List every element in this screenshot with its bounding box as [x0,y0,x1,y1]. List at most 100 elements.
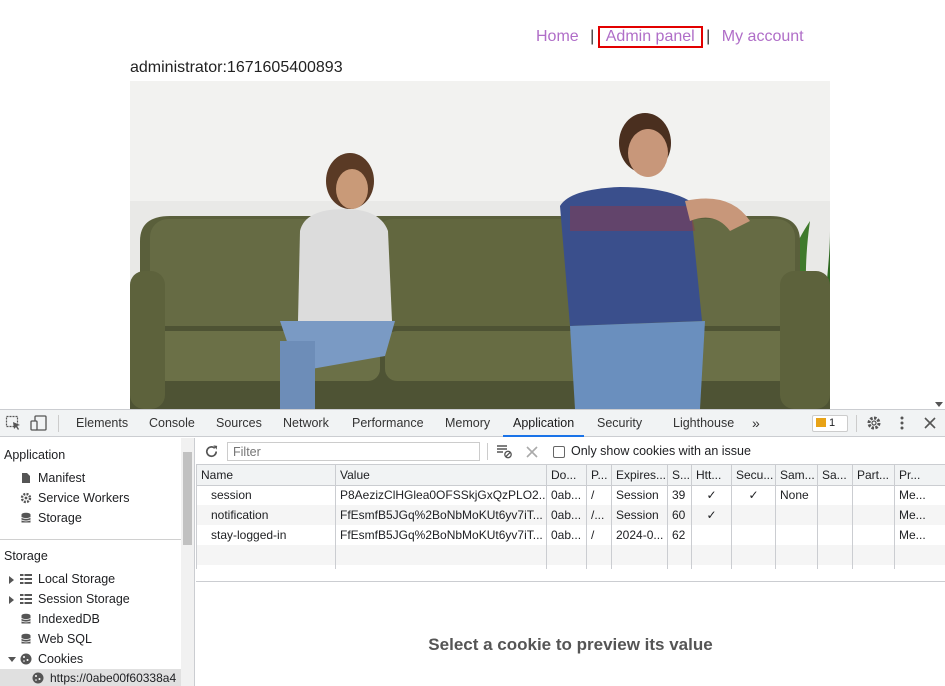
sidebar-item-session-storage[interactable]: Session Storage [20,592,130,606]
cookie-size-cell: 39 [667,485,692,505]
column-header[interactable]: P... [586,465,612,486]
table-row[interactable]: stay-logged-in FfEsmfB5JGq%2BoNbMoKUt6yv… [196,525,945,545]
cookie-icon [20,653,32,665]
table-row[interactable]: notification FfEsmfB5JGq%2BoNbMoKUt6yv7i… [196,505,945,525]
more-tabs-icon[interactable]: » [752,410,760,437]
cookie-name-cell: stay-logged-in [196,525,336,545]
sidebar-item-label: IndexedDB [38,612,100,626]
hero-image [130,81,830,409]
close-devtools-icon[interactable] [921,415,939,431]
column-header[interactable]: Sam... [775,465,818,486]
sidebar-item-cookies[interactable]: Cookies [20,652,83,666]
web-page: Home | Admin panel | My account administ… [0,0,945,409]
settings-gear-icon[interactable] [865,415,883,431]
gear-icon [20,492,32,504]
cookie-path-cell: /... [586,505,612,525]
nav-separator: | [706,28,711,45]
tab-sources[interactable]: Sources [216,410,262,437]
only-issues-label: Only show cookies with an issue [571,444,751,458]
cookie-expires-cell: Session [611,505,668,525]
column-header[interactable]: Value [335,465,547,486]
delete-all-cookies-icon[interactable] [526,446,538,458]
sidebar-item-cookie-origin[interactable]: https://0abe00f60338a4 [32,671,176,685]
nav-home-link[interactable]: Home [536,28,579,45]
admin-panel-highlight: Admin panel [597,26,703,48]
cookie-httponly-cell [691,525,732,545]
cookie-filter-input[interactable] [227,442,480,461]
column-header[interactable]: Sa... [817,465,853,486]
column-header[interactable]: Expires... [611,465,668,486]
clear-filtered-cookies-icon[interactable] [496,444,512,459]
only-issues-checkbox[interactable] [553,446,565,458]
cookie-priority-cell: Me... [894,485,945,505]
cookies-toolbar: Only show cookies with an issue [196,438,945,465]
cookie-sameparty-cell [817,485,853,505]
sidebar-item-service-workers[interactable]: Service Workers [20,491,129,505]
table-row-empty [196,545,945,565]
tab-performance[interactable]: Performance [352,410,424,437]
expand-arrow-icon[interactable] [9,596,14,604]
column-header[interactable]: Part... [852,465,895,486]
database-icon [21,613,31,624]
tab-lighthouse[interactable]: Lighthouse [673,410,734,437]
sidebar-item-manifest[interactable]: Manifest [20,471,85,485]
tab-security[interactable]: Security [597,410,642,437]
column-header[interactable]: S... [667,465,692,486]
cookie-icon [32,672,44,684]
device-toolbar-icon[interactable] [30,415,48,431]
nav-my-account-link[interactable]: My account [722,28,804,45]
expand-arrow-icon[interactable] [9,576,14,584]
column-header[interactable]: Pr... [894,465,945,486]
sidebar-item-storage[interactable]: Storage [20,511,82,525]
column-header[interactable]: Secu... [731,465,776,486]
page-scrollbar[interactable] [933,0,945,409]
cookie-value-cell: P8AezizClHGlea0OFSSkjGxQzPLO2... [335,485,547,505]
table-row[interactable]: session P8AezizClHGlea0OFSSkjGxQzPLO2...… [196,485,945,505]
tab-network[interactable]: Network [283,410,329,437]
devtools-tabbar: Elements Console Sources Network Perform… [0,410,945,437]
sidebar-item-web-sql[interactable]: Web SQL [20,632,92,646]
column-header[interactable]: Htt... [691,465,732,486]
cookie-secure-cell: ✓ [731,485,776,505]
cookie-partition-cell [852,505,895,525]
user-id-text: administrator:1671605400893 [130,59,343,76]
table-header-row: Name Value Do... P... Expires... S... Ht… [196,465,945,486]
cookie-size-cell: 60 [667,505,692,525]
table-grid-icon [20,593,32,605]
sidebar-item-indexeddb[interactable]: IndexedDB [20,612,100,626]
storage-section-header: Storage [4,549,48,563]
tab-elements[interactable]: Elements [76,410,128,437]
cookie-priority-cell: Me... [894,505,945,525]
column-header[interactable]: Do... [546,465,587,486]
cookie-httponly-cell: ✓ [691,505,732,525]
nav-separator: | [590,28,595,45]
cookie-domain-cell: 0ab... [546,525,587,545]
application-sidebar: Application Manifest Service Workers Sto… [0,438,195,686]
cookie-path-cell: / [586,525,612,545]
table-grid-icon [20,573,32,585]
sidebar-item-label: Manifest [38,471,86,485]
cookie-sameparty-cell [817,505,853,525]
sidebar-item-local-storage[interactable]: Local Storage [20,572,115,586]
cookie-path-cell: / [586,485,612,505]
scroll-down-icon[interactable] [935,402,943,407]
nav-admin-panel-link[interactable]: Admin panel [606,28,695,45]
tab-divider [856,415,857,432]
tab-memory[interactable]: Memory [445,410,490,437]
cookie-partition-cell [852,525,895,545]
screen: Home | Admin panel | My account administ… [0,0,945,686]
issues-badge[interactable]: 1 [812,415,848,432]
more-options-icon[interactable] [893,415,911,431]
refresh-icon[interactable] [204,444,219,459]
column-header[interactable]: Name [196,465,336,486]
collapse-arrow-icon[interactable] [8,657,16,662]
preview-divider [196,581,945,582]
tab-application[interactable]: Application [503,410,585,437]
top-nav: Home | Admin panel | My account [536,26,804,48]
sidebar-scrollbar[interactable] [181,438,194,686]
table-row-empty [196,565,945,569]
inspect-element-icon[interactable] [5,415,23,431]
sidebar-scroll-thumb[interactable] [183,452,192,545]
file-icon [22,473,30,483]
tab-console[interactable]: Console [149,410,195,437]
